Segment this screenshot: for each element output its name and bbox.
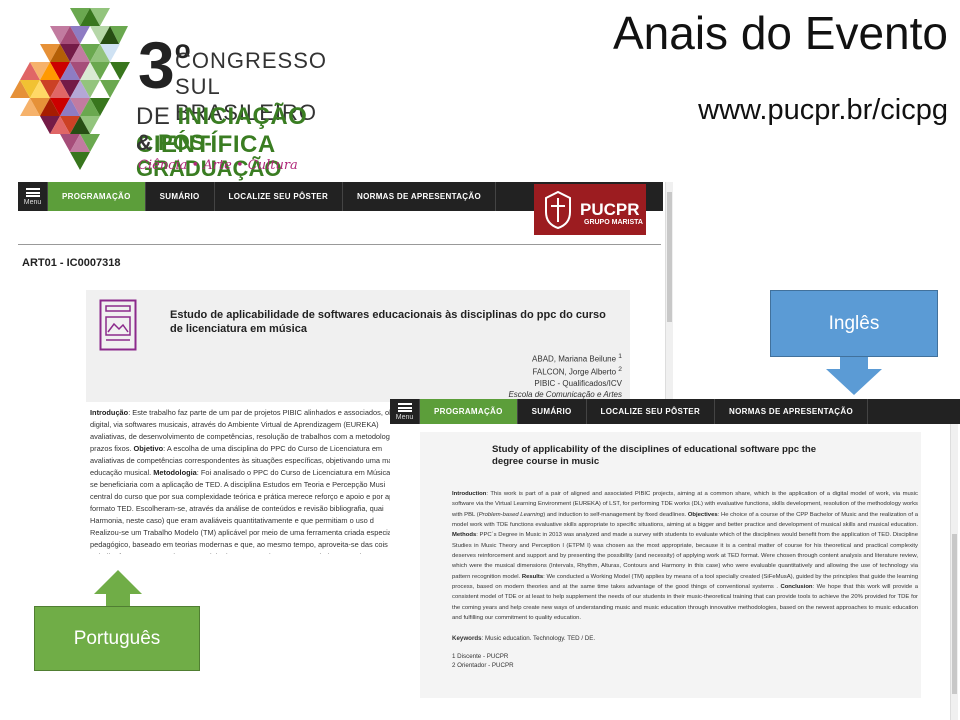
site-navbar-en: Menu PROGRAMAÇÃO SUMÁRIO LOCALIZE SEU PÔ… — [390, 399, 960, 424]
footnote-1: 1 Discente - PUCPR — [452, 653, 509, 660]
article-header-card: Estudo de aplicabilidade de softwares ed… — [86, 290, 630, 402]
menu-button[interactable]: Menu — [18, 182, 48, 211]
text-segment: educação musical. — [90, 467, 154, 477]
article-title-pt: Estudo de aplicabilidade de softwares ed… — [170, 309, 606, 336]
callout-english: Inglês — [770, 290, 938, 357]
text-segment: formato TED. Escolheram-se, através da a… — [90, 503, 384, 513]
nav-programacao[interactable]: PROGRAMAÇÃO — [420, 399, 518, 424]
bold-label: Results — [521, 573, 544, 580]
document-icon — [99, 299, 137, 351]
menu-label: Menu — [23, 198, 42, 206]
scrollbar-thumb[interactable] — [667, 192, 672, 322]
text-segment: : Foi analisado o PPC do Curso de Licenc… — [196, 467, 397, 477]
author-list: ABAD, Mariana Beilune 1 FALCON, Jorge Al… — [508, 352, 622, 401]
bold-label: Introduction — [452, 491, 487, 497]
triangle-mosaic-icon — [10, 8, 130, 170]
pucpr-name: PUCPR — [580, 199, 640, 219]
text-segment: : PPC´s Degree in Music in 2013 was anal… — [452, 532, 918, 580]
pucpr-logo[interactable]: PUCPR GRUPO MARISTA — [534, 184, 646, 235]
text-segment: pedagógico, baseado em teorias modernas … — [90, 539, 388, 549]
pucpr-subtitle: GRUPO MARISTA — [584, 219, 643, 226]
scrollbar-thumb[interactable] — [952, 534, 957, 694]
hamburger-icon — [25, 187, 40, 197]
text-segment: avaliativas, de desenvolvimento de compe… — [90, 431, 390, 441]
logo-line-congresso: CONGRESSO — [175, 48, 328, 73]
nav-sumario[interactable]: SUMÁRIO — [518, 399, 587, 424]
nav-normas[interactable]: NORMAS DE APRESENTAÇÃO — [343, 182, 496, 211]
text-segment: digital, via softwares musicais, através… — [90, 419, 379, 429]
arrow-down-icon — [826, 357, 882, 395]
divider — [18, 244, 661, 245]
italic-term: Problem-based Learning — [478, 511, 544, 518]
crest-icon — [545, 190, 571, 229]
article-title-en: Study of applicability of the discipline… — [492, 444, 817, 468]
scrollbar[interactable] — [950, 424, 958, 720]
author-2: FALCON, Jorge Alberto 2 — [532, 366, 622, 378]
bold-label: Objectives — [687, 511, 718, 518]
menu-button[interactable]: Menu — [390, 399, 420, 424]
text-segment: Realizou-se um Trabalho Modelo (TM) apli… — [90, 527, 392, 537]
bold-label: Methods — [452, 532, 477, 539]
logo-tagline: Ciência • Arte • Cultura — [138, 158, 298, 173]
nav-programacao[interactable]: PROGRAMAÇÃO — [48, 182, 146, 211]
text-segment: avaliativas de competências corresponden… — [90, 455, 393, 465]
footnote-2: 2 Orientador - PUCPR — [452, 662, 514, 670]
text-segment: : Este trabalho faz parte de um par de p… — [128, 408, 395, 417]
nav-localize-poster[interactable]: LOCALIZE SEU PÔSTER — [215, 182, 344, 211]
bold-label: Conclusion — [780, 583, 813, 590]
keywords: Keywords: Music education. Technology. T… — [452, 635, 596, 642]
footnotes: 1 Discente - PUCPR 2 Orientador - PUCPR — [452, 652, 514, 671]
hamburger-icon — [397, 402, 412, 412]
program: PIBIC - Qualificados/ICV — [534, 378, 622, 388]
slide-url: www.pucpr.br/cicpg — [698, 94, 948, 126]
bold-label: Objetivo — [133, 443, 164, 453]
nav-normas[interactable]: NORMAS DE APRESENTAÇÃO — [715, 399, 868, 424]
english-abstract-screenshot: Menu PROGRAMAÇÃO SUMÁRIO LOCALIZE SEU PÔ… — [390, 399, 960, 720]
nav-sumario[interactable]: SUMÁRIO — [146, 182, 215, 211]
bold-label: Metodologia — [153, 467, 197, 477]
text-segment: prazos fixos. — [90, 443, 134, 453]
bold-label: Introdução — [90, 408, 129, 417]
event-logo: 3o CONGRESSO SUL BRASILEIRO DE INICIAÇÃO… — [10, 8, 330, 181]
text-segment: ) and induction to self-management by fi… — [543, 511, 688, 518]
nav-localize-poster[interactable]: LOCALIZE SEU PÔSTER — [587, 399, 716, 424]
text-segment: : A escolha de uma disciplina do PPC do … — [163, 443, 383, 453]
text-segment: central do curso que por sua complexidad… — [90, 491, 394, 501]
text-segment: Harmonia, neste caso) que eram avaliávei… — [90, 515, 374, 525]
abstract-body-en: Introduction: This work is part of a pai… — [452, 489, 918, 623]
author-1: ABAD, Mariana Beilune 1 — [532, 353, 622, 364]
arrow-up-icon — [94, 570, 142, 608]
callout-portuguese: Português — [34, 606, 200, 671]
slide-title: Anais do Evento — [612, 7, 948, 59]
text-segment: se beneficiaria com a aplicação de TED. … — [90, 479, 386, 489]
text-segment: trabalho forneça um consistente modelo d… — [90, 552, 390, 554]
article-code: ART01 - IC0007318 — [22, 257, 121, 269]
logo-line-pos-graduacao: & PÓS-GRADUAÇÃO — [136, 130, 282, 181]
menu-label: Menu — [395, 413, 414, 421]
